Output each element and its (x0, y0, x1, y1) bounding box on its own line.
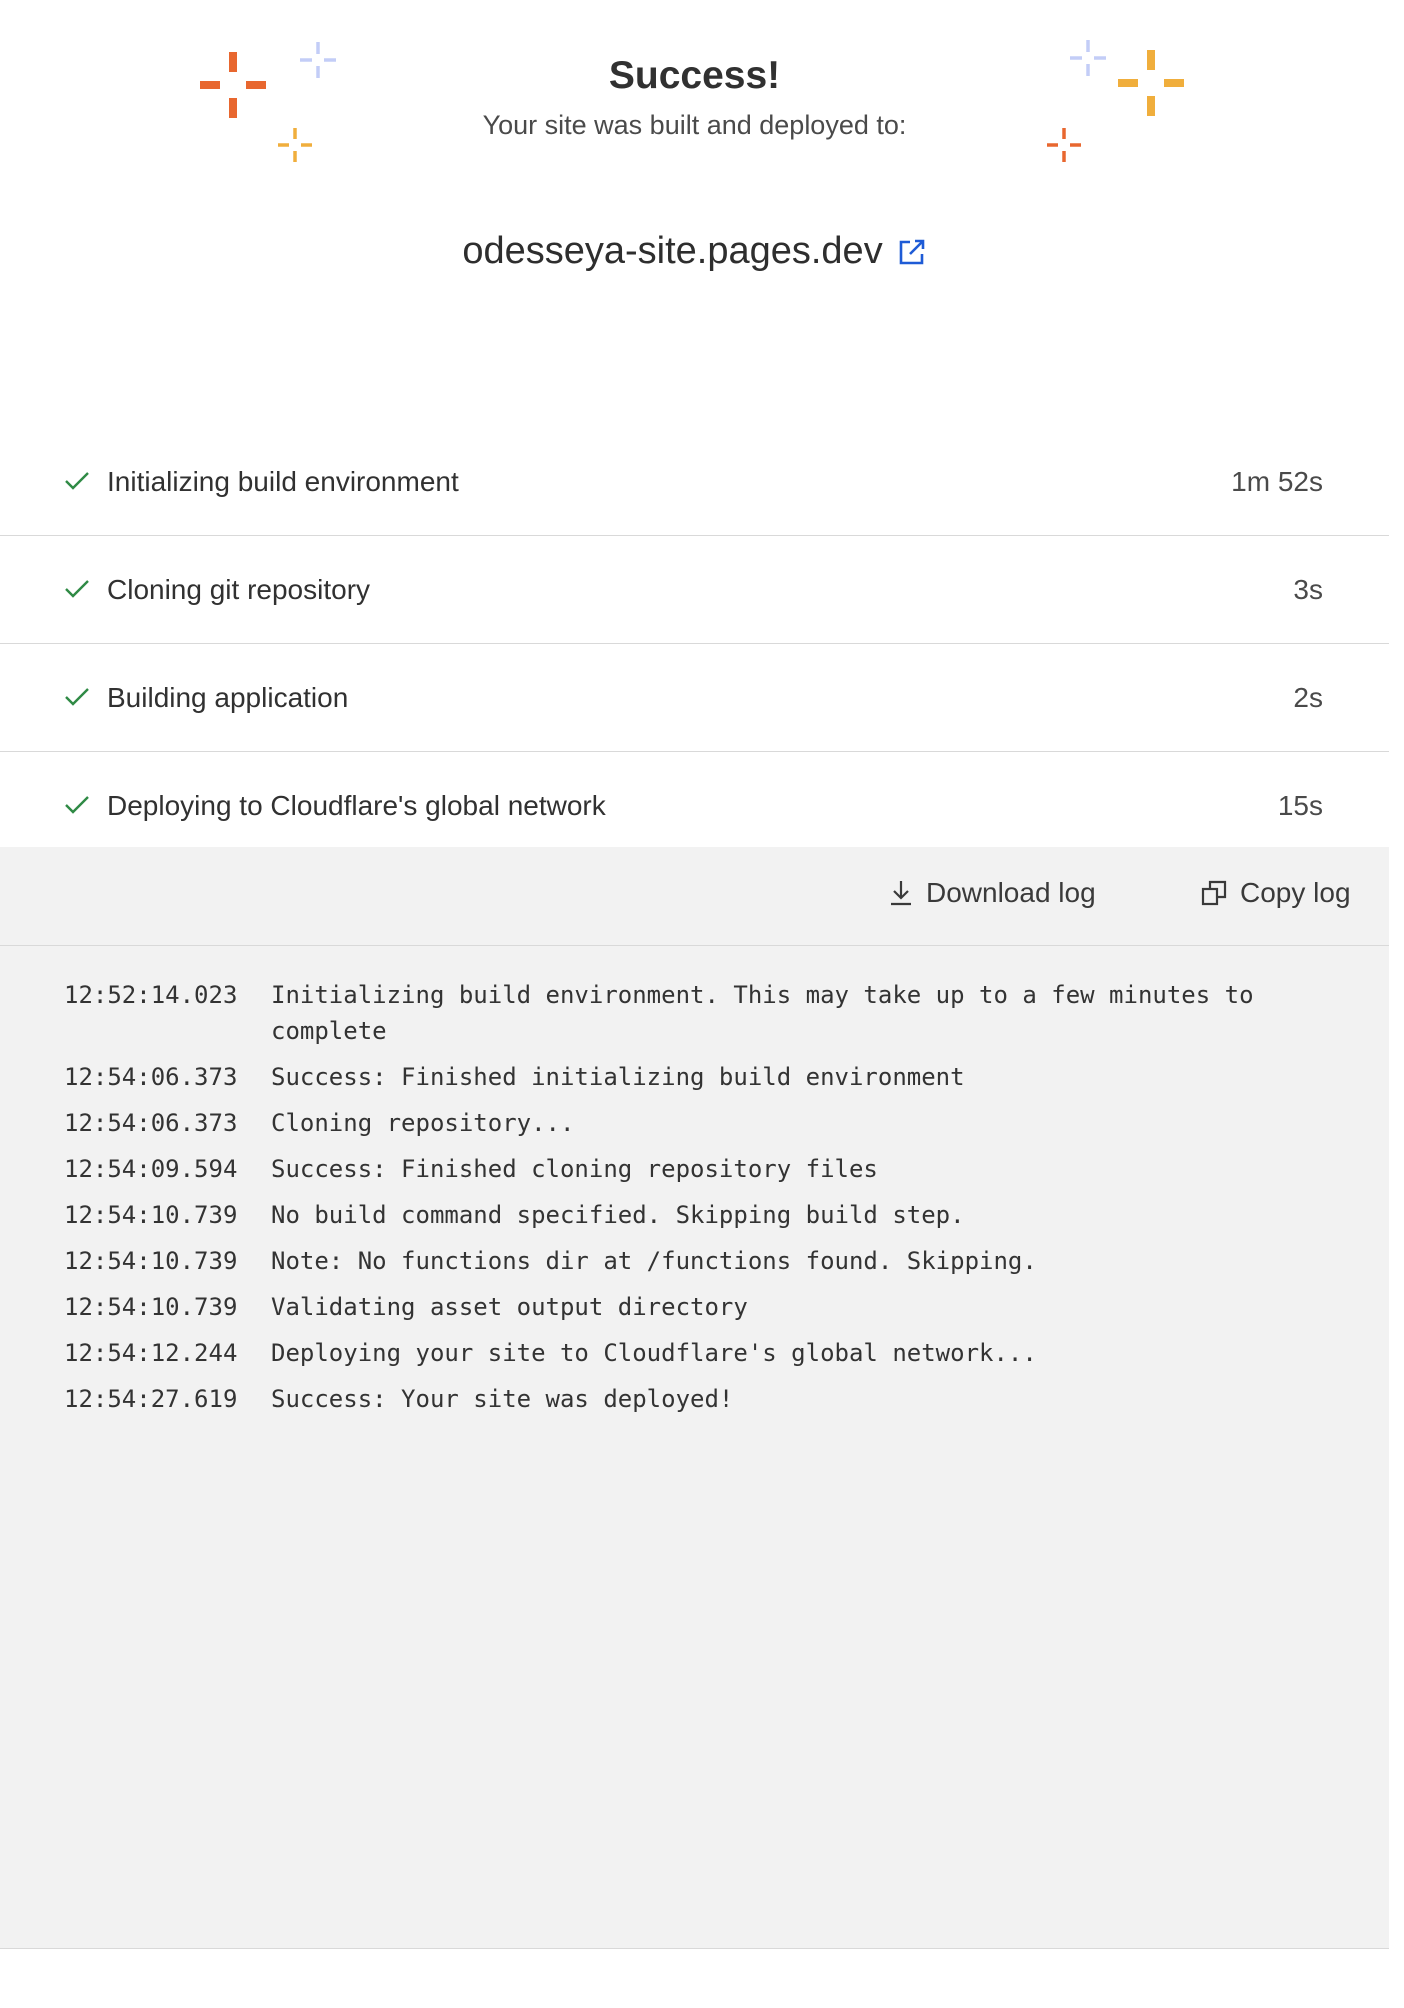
log-message: No build command specified. Skipping bui… (271, 1201, 965, 1229)
log-line: 12:54:09.594 Success: Finished cloning r… (64, 1151, 1334, 1187)
page-title: Success! (608, 54, 781, 97)
build-step-label: Deploying to Cloudflare's global network (107, 789, 606, 821)
log-timestamp: 12:54:27.619 (64, 1385, 238, 1413)
check-icon (65, 796, 89, 814)
build-step-label: Cloning git repository (107, 573, 371, 605)
build-steps-list: Initializing build environment 1m 52s Cl… (0, 428, 1389, 860)
log-message: Validating asset output directory (271, 1293, 748, 1321)
external-link-icon[interactable] (897, 237, 927, 267)
log-timestamp: 12:54:10.739 (64, 1293, 238, 1321)
copy-log-label: Copy log (1240, 877, 1351, 908)
log-message: Success: Finished initializing build env… (271, 1063, 965, 1091)
copy-log-button[interactable]: Copy log (1200, 877, 1351, 909)
log-timestamp: 12:54:12.244 (64, 1339, 238, 1367)
build-step: Initializing build environment 1m 52s (0, 428, 1389, 536)
deployment-panel: Success! Your site was built and deploye… (0, 0, 1389, 1950)
build-step: Cloning git repository 3s (0, 536, 1389, 644)
log-message: Cloning repository... (271, 1109, 575, 1137)
log-message: Note: No functions dir at /functions fou… (271, 1247, 1037, 1275)
site-url[interactable]: odesseya-site.pages.dev (462, 230, 882, 273)
check-icon (65, 472, 89, 490)
log-line: 12:54:10.739 No build command specified.… (64, 1197, 1334, 1233)
log-line: 12:54:10.739 Validating asset output dir… (64, 1289, 1334, 1325)
log-line: 12:54:10.739 Note: No functions dir at /… (64, 1243, 1334, 1279)
success-hero: Success! Your site was built and deploye… (0, 0, 1389, 420)
copy-icon (1201, 880, 1227, 906)
build-step: Building application 2s (0, 644, 1389, 752)
check-icon (65, 580, 89, 598)
log-line: 12:54:27.619 Success: Your site was depl… (64, 1381, 1334, 1417)
deployed-site-link[interactable]: odesseya-site.pages.dev (0, 230, 1389, 273)
log-timestamp: 12:54:10.739 (64, 1201, 238, 1229)
log-timestamp: 12:54:06.373 (64, 1063, 238, 1091)
check-icon (65, 688, 89, 706)
log-timestamp: 12:54:06.373 (64, 1109, 238, 1137)
log-toolbar: Download log Copy log (0, 847, 1389, 946)
build-step-duration: 1m 52s (1231, 465, 1323, 497)
build-step-label: Building application (107, 681, 349, 713)
log-line: 12:54:06.373 Cloning repository... (64, 1105, 1334, 1141)
download-log-label: Download log (926, 877, 1096, 908)
build-step-duration: 15s (1277, 789, 1323, 821)
download-log-button[interactable]: Download log (888, 877, 1096, 909)
log-message: Success: Finished cloning repository fil… (271, 1155, 878, 1183)
build-step-duration: 2s (1293, 681, 1323, 713)
page-subtitle: Your site was built and deployed to: (482, 110, 907, 140)
log-line: 12:52:14.023 Initializing build environm… (64, 977, 1334, 1049)
log-timestamp: 12:52:14.023 (64, 981, 238, 1009)
build-step: Deploying to Cloudflare's global network… (0, 752, 1389, 860)
download-icon (891, 881, 911, 906)
log-line: 12:54:12.244 Deploying your site to Clou… (64, 1335, 1334, 1371)
log-line: 12:54:06.373 Success: Finished initializ… (64, 1059, 1334, 1095)
build-step-duration: 3s (1293, 573, 1323, 605)
build-log-panel: Download log Copy log 12:52:14.023 Initi… (0, 847, 1389, 1949)
log-message: Deploying your site to Cloudflare's glob… (271, 1339, 1037, 1367)
log-timestamp: 12:54:09.594 (64, 1155, 238, 1183)
log-message: Success: Your site was deployed! (271, 1385, 734, 1413)
log-message: Initializing build environment. This may… (271, 981, 1254, 1045)
build-step-label: Initializing build environment (107, 465, 459, 497)
log-output: 12:52:14.023 Initializing build environm… (64, 977, 1334, 1427)
log-timestamp: 12:54:10.739 (64, 1247, 238, 1275)
